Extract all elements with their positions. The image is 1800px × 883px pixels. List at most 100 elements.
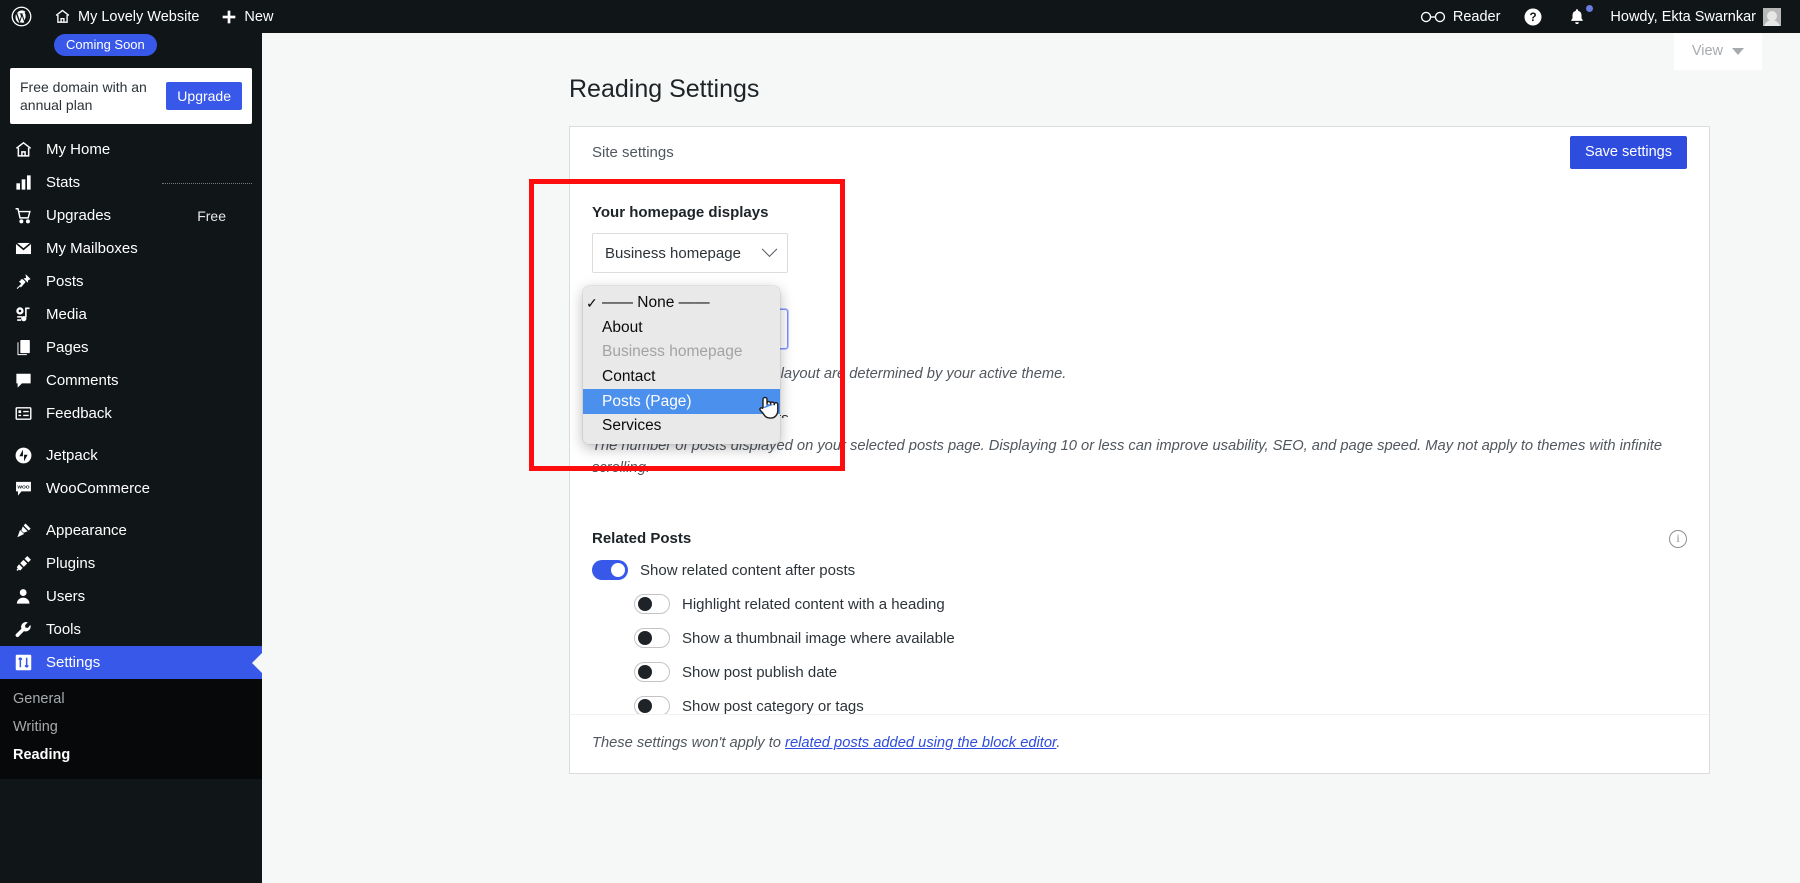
dropdown-option-label: Business homepage — [602, 343, 742, 361]
woocommerce-icon: WOO — [12, 478, 34, 500]
sidebar-item-label: Stats — [46, 174, 80, 191]
reader-button[interactable]: Reader — [1409, 0, 1512, 33]
sidebar-stats-divider — [162, 183, 252, 184]
related-posts-title: Related Posts — [592, 530, 691, 547]
dropdown-option-services[interactable]: Services — [583, 414, 780, 439]
sidebar-item-tools[interactable]: Tools — [0, 613, 262, 646]
new-post-label: New — [244, 9, 273, 25]
sidebar-item-label: Jetpack — [46, 447, 98, 464]
coming-soon-badge[interactable]: Coming Soon — [54, 34, 157, 56]
related-sub-toggle-row: Show post category or tags — [634, 696, 1687, 716]
homepage-select[interactable]: Business homepage — [592, 233, 788, 273]
account-menu-button[interactable]: Howdy, Ekta Swarnkar — [1599, 0, 1792, 33]
dropdown-option-business-homepage: Business homepage — [583, 340, 780, 365]
sidebar-item-jetpack[interactable]: Jetpack — [0, 439, 262, 472]
sidebar-item-users[interactable]: Users — [0, 580, 262, 613]
sidebar-item-settings[interactable]: Settings — [0, 646, 262, 679]
wordpress-logo-icon — [11, 6, 32, 27]
sidebar-item-woocommerce[interactable]: WOO WooCommerce — [0, 472, 262, 505]
show-category-tags-toggle[interactable] — [634, 696, 670, 716]
sidebar-item-label: Upgrades — [46, 207, 111, 224]
dropdown-option-contact[interactable]: Contact — [583, 365, 780, 390]
upsell-banner: Free domain with an annual plan Upgrade — [10, 68, 252, 124]
site-switcher-button[interactable]: My Lovely Website — [43, 0, 210, 33]
wordpress-logo-button[interactable] — [0, 0, 43, 33]
save-settings-button[interactable]: Save settings — [1570, 136, 1687, 169]
sidebar-item-pages[interactable]: Pages — [0, 331, 262, 364]
sidebar-item-comments[interactable]: Comments — [0, 364, 262, 397]
pin-icon — [12, 271, 34, 293]
show-publish-date-toggle[interactable] — [634, 662, 670, 682]
info-icon[interactable]: i — [1669, 530, 1687, 548]
home-icon — [54, 8, 71, 25]
block-editor-link[interactable]: related posts added using the block edit… — [785, 735, 1056, 751]
toggle-label: Show post category or tags — [682, 698, 864, 715]
sidebar-divider-2 — [0, 505, 262, 514]
related-sub-toggle-row: Show post publish date — [634, 662, 1687, 682]
sidebar-item-label: Posts — [46, 273, 84, 290]
site-settings-card: Site settings Save settings — [569, 126, 1710, 178]
feedback-icon — [12, 403, 34, 425]
sidebar-item-upgrades[interactable]: Upgrades Free — [0, 199, 262, 232]
glasses-icon — [1420, 10, 1446, 24]
plus-icon — [221, 9, 237, 25]
page-title: Reading Settings — [569, 75, 759, 104]
sidebar-subitem-reading[interactable]: Reading — [0, 741, 262, 769]
sidebar-item-stats[interactable]: Stats — [0, 166, 262, 199]
sidebar-item-appearance[interactable]: Appearance — [0, 514, 262, 547]
upgrade-button[interactable]: Upgrade — [166, 82, 242, 110]
sidebar-item-plugins[interactable]: Plugins — [0, 547, 262, 580]
dropdown-option-label: About — [602, 319, 643, 337]
jetpack-icon — [12, 445, 34, 467]
related-master-toggle-row: Show related content after posts — [592, 560, 1687, 580]
home-icon — [12, 139, 34, 161]
default-posts-page-dropdown[interactable]: ✓ —— None —— About Business homepage Con… — [583, 286, 780, 444]
new-post-button[interactable]: New — [210, 0, 284, 33]
sidebar-settings-submenu: General Writing Reading — [0, 679, 262, 779]
svg-text:WOO: WOO — [17, 485, 29, 491]
sidebar-item-label: My Mailboxes — [46, 240, 138, 257]
homepage-displays-label: Your homepage displays — [592, 204, 1687, 221]
footer-prefix: These settings won't apply to — [592, 735, 785, 751]
notifications-button[interactable] — [1555, 0, 1599, 33]
dropdown-option-none[interactable]: ✓ —— None —— — [583, 291, 780, 316]
plug-icon — [12, 553, 34, 575]
user-icon — [12, 586, 34, 608]
sidebar-item-label: Pages — [46, 339, 89, 356]
sidebar-item-my-mailboxes[interactable]: My Mailboxes — [0, 232, 262, 265]
wrench-icon — [12, 619, 34, 641]
sidebar-item-media[interactable]: Media — [0, 298, 262, 331]
related-posts-footer-card: These settings won't apply to related po… — [569, 714, 1710, 774]
sidebar-subitem-writing[interactable]: Writing — [0, 713, 262, 741]
sidebar-item-posts[interactable]: Posts — [0, 265, 262, 298]
sidebar-item-label: Media — [46, 306, 87, 323]
toggle-label: Highlight related content with a heading — [682, 596, 945, 613]
sidebar-item-label: WooCommerce — [46, 480, 150, 497]
sidebar-item-label: Appearance — [46, 522, 127, 539]
sidebar-item-my-home[interactable]: My Home — [0, 133, 262, 166]
view-dropdown-button[interactable]: View — [1674, 33, 1762, 70]
sliders-icon — [12, 652, 34, 674]
dropdown-option-about[interactable]: About — [583, 316, 780, 341]
notification-badge-dot — [1586, 5, 1593, 12]
toggle-label: Show a thumbnail image where available — [682, 630, 955, 647]
sidebar-item-label: Comments — [46, 372, 119, 389]
dropdown-option-label: Contact — [602, 368, 655, 386]
highlight-related-heading-toggle[interactable] — [634, 594, 670, 614]
dropdown-option-label: —— None —— — [602, 294, 710, 312]
show-related-content-toggle[interactable] — [592, 560, 628, 580]
sidebar-upgrades-badge: Free — [197, 208, 250, 224]
related-sub-toggle-row: Show a thumbnail image where available — [634, 628, 1687, 648]
dropdown-option-posts-page[interactable]: Posts (Page) — [583, 389, 780, 414]
help-button[interactable]: ? — [1511, 0, 1555, 33]
dropdown-option-label: Posts (Page) — [602, 393, 692, 411]
main-content: View Reading Settings Site settings Save… — [262, 33, 1800, 883]
sidebar-item-feedback[interactable]: Feedback — [0, 397, 262, 430]
show-thumbnail-toggle[interactable] — [634, 628, 670, 648]
chart-bars-icon — [12, 172, 34, 194]
related-posts-footer: These settings won't apply to related po… — [592, 732, 1687, 754]
sidebar-subitem-general[interactable]: General — [0, 685, 262, 713]
sidebar: creatingatestsite.wordpress.com Coming S… — [0, 0, 262, 883]
related-posts-card: Related Posts i Show related content aft… — [569, 508, 1710, 715]
reader-label: Reader — [1453, 9, 1501, 25]
